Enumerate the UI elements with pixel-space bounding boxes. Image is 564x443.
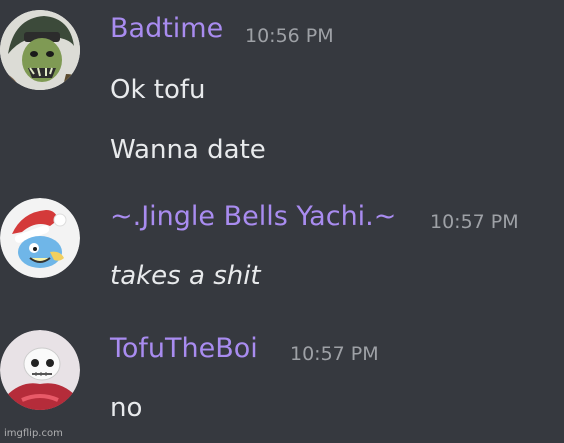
username[interactable]: ~.Jingle Bells Yachi.~ [110,200,396,234]
santa-hat-character-avatar-icon [0,198,80,278]
message-text: no [110,393,143,423]
username[interactable]: TofuTheBoi [110,332,258,366]
timestamp: 10:56 PM [245,25,334,47]
timestamp: 10:57 PM [430,211,519,233]
message-text: Wanna date [110,135,266,165]
watermark: imgflip.com [4,428,63,439]
chat-log: Badtime 10:56 PM Ok tofu Wanna date ~.Ji… [0,0,564,443]
avatar[interactable] [0,198,80,278]
zombie-character-avatar-icon [0,10,80,90]
avatar[interactable] [0,10,80,90]
avatar[interactable] [0,330,80,410]
skeleton-character-avatar-icon [0,330,80,410]
username[interactable]: Badtime [110,12,223,46]
message-text: takes a shit [110,261,261,291]
timestamp: 10:57 PM [290,343,379,365]
message-text: Ok tofu [110,75,206,105]
